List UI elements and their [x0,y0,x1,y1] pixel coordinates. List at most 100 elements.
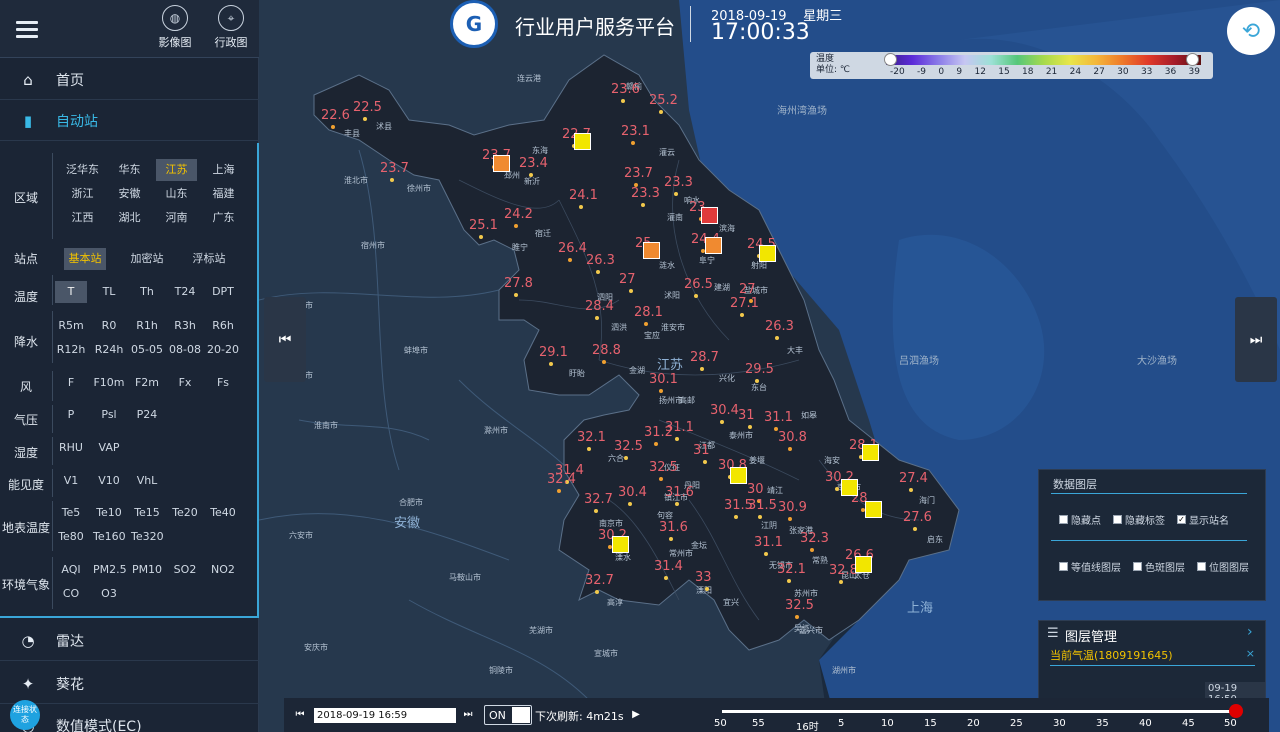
map-prev-button[interactable]: ⏮ [264,297,306,382]
station-dot[interactable] [363,117,367,121]
check-contour[interactable]: 等值线图层 [1059,559,1121,574]
station-dot[interactable] [644,322,648,326]
station-dot[interactable] [664,576,668,580]
precip-option[interactable]: R0 [93,315,125,337]
checkbox-color-spot[interactable] [1133,562,1142,571]
env-option[interactable]: PM10 [131,559,163,581]
temperature-value[interactable]: 23.7 [624,166,653,181]
station-dense[interactable]: 加密站 [125,248,169,270]
nav-radar[interactable]: ◔ 雷达 [0,621,259,661]
region-option[interactable]: 华东 [109,159,150,181]
precip-option[interactable]: R5m [55,315,87,337]
station-basic[interactable]: 基本站 [64,248,106,270]
temperature-value[interactable]: 32.1 [577,430,606,445]
temperature-value[interactable]: 23.1 [621,124,650,139]
station-dot[interactable] [810,548,814,552]
precip-option[interactable]: R12h [55,339,87,361]
weather-icon[interactable] [841,479,858,496]
pressure-option[interactable]: P [55,404,87,426]
timeline-track[interactable] [722,710,1236,713]
station-dot[interactable] [703,460,707,464]
temperature-value[interactable]: 23.6 [611,82,640,97]
station-dot[interactable] [557,489,561,493]
station-dot[interactable] [839,580,843,584]
weather-icon[interactable] [759,245,776,262]
temperature-value[interactable]: 30.4 [710,403,739,418]
temperature-value[interactable]: 27 [739,282,756,297]
temperature-value[interactable]: 28.4 [585,299,614,314]
checkbox-show-names[interactable]: ✓ [1177,515,1186,524]
wind-option[interactable]: F [55,372,87,394]
auto-refresh-toggle[interactable]: ON [484,705,532,725]
station-dot[interactable] [734,515,738,519]
temperature-value[interactable]: 31 [693,443,710,458]
check-show-names[interactable]: ✓ 显示站名 [1177,512,1229,527]
weather-icon[interactable] [643,242,660,259]
temperature-option[interactable]: TL [93,281,125,303]
station-dot[interactable] [595,316,599,320]
temperature-value[interactable]: 24.2 [504,207,533,222]
precip-option[interactable]: R6h [207,315,239,337]
temperature-value[interactable]: 25.2 [649,93,678,108]
ground_temp-option[interactable]: Te20 [169,502,201,524]
station-dot[interactable] [595,590,599,594]
station-dot[interactable] [764,552,768,556]
station-dot[interactable] [390,178,394,182]
station-buoy[interactable]: 浮标站 [187,248,231,270]
temperature-value[interactable]: 31.1 [754,535,783,550]
temperature-value[interactable]: 32.1 [777,562,806,577]
station-dot[interactable] [674,192,678,196]
station-dot[interactable] [705,587,709,591]
region-option[interactable]: 泛华东 [62,159,103,181]
wind-option[interactable]: F2m [131,372,163,394]
region-option[interactable]: 安徽 [109,183,150,205]
station-dot[interactable] [654,442,658,446]
station-dot[interactable] [694,294,698,298]
station-dot[interactable] [596,270,600,274]
region-option[interactable]: 江西 [62,207,103,229]
timeline-datetime-input[interactable]: 2018-09-19 16:59 [314,708,456,723]
region-option[interactable]: 山东 [156,183,197,205]
station-dot[interactable] [479,235,483,239]
precip-option[interactable]: 05-05 [131,339,163,361]
temperature-value[interactable]: 28.8 [592,343,621,358]
map-next-button[interactable]: ⏭ [1235,297,1277,382]
station-dot[interactable] [795,615,799,619]
env-option[interactable]: PM2.5 [93,559,127,581]
weather-icon[interactable] [612,536,629,553]
temperature-value[interactable]: 31.5 [748,498,777,513]
station-dot[interactable] [669,537,673,541]
station-dot[interactable] [748,425,752,429]
temperature-option[interactable]: T24 [169,281,201,303]
wind-option[interactable]: Fx [169,372,201,394]
temperature-value[interactable]: 26.3 [765,319,794,334]
temperature-value[interactable]: 26.4 [558,241,587,256]
temperature-value[interactable]: 30.1 [649,372,678,387]
timeline-handle[interactable] [1229,704,1243,718]
temperature-value[interactable]: 27.4 [899,471,928,486]
weather-icon[interactable] [862,444,879,461]
env-option[interactable]: NO2 [207,559,239,581]
temperature-value[interactable]: 27 [619,272,636,287]
temperature-value[interactable]: 32.8 [829,563,858,578]
visibility-option[interactable]: VhL [131,470,163,492]
station-dot[interactable] [720,420,724,424]
humidity-option[interactable]: RHU [55,437,87,459]
wind-option[interactable]: F10m [93,372,125,394]
temperature-value[interactable]: 33 [695,570,712,585]
legend-min-handle[interactable] [884,53,897,66]
weather-icon[interactable] [493,155,510,172]
temperature-value[interactable]: 31.6 [665,485,694,500]
temperature-value[interactable]: 30.4 [618,485,647,500]
ground_temp-option[interactable]: Te160 [93,526,126,548]
share-button[interactable]: ⟲ [1227,7,1275,55]
temperature-option[interactable]: Th [131,281,163,303]
visibility-option[interactable]: V1 [55,470,87,492]
temperature-value[interactable]: 22.6 [321,108,350,123]
temperature-value[interactable]: 23.4 [519,156,548,171]
temperature-value[interactable]: 28.1 [634,305,663,320]
nav-himawari[interactable]: ✦ 葵花 [0,664,259,704]
precip-option[interactable]: 20-20 [207,339,239,361]
legend-max-handle[interactable] [1186,53,1199,66]
station-dot[interactable] [909,488,913,492]
